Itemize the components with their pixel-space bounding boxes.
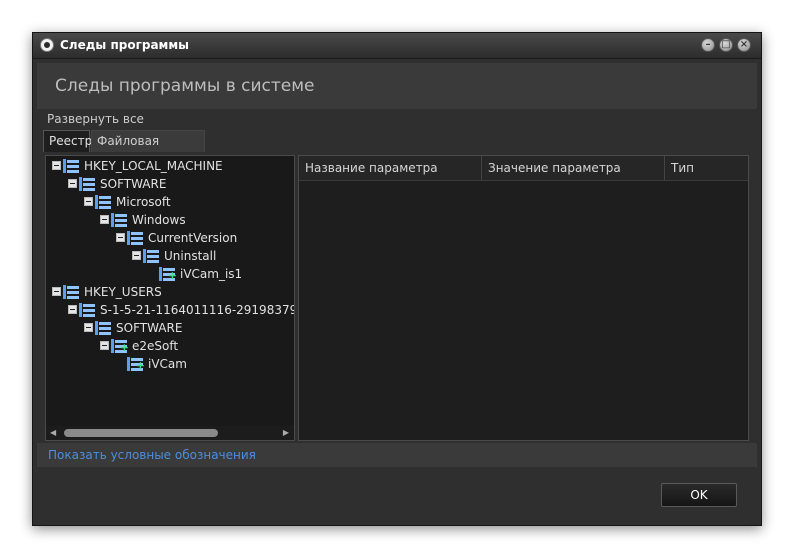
scroll-right-icon[interactable]: ▶: [283, 428, 289, 437]
registry-tree[interactable]: HKEY_LOCAL_MACHINE SOFTWARE Microsoft Windo…: [45, 155, 295, 441]
ok-button[interactable]: OK: [661, 483, 737, 507]
tree-item-label: iVCam: [148, 357, 187, 371]
scrollbar-thumb[interactable]: [64, 429, 218, 437]
tab-file-system[interactable]: Файловая система: [91, 130, 205, 169]
expand-all-link[interactable]: Развернуть все: [47, 112, 144, 126]
registry-key-added-icon: [159, 267, 177, 285]
show-legend-link[interactable]: Показать условные обозначения: [48, 448, 256, 462]
tree-item-label: HKEY_LOCAL_MACHINE: [84, 159, 223, 173]
tree-item-label: S-1-5-21-1164011116-2919837954-19: [100, 303, 295, 317]
tree-item-label: CurrentVersion: [148, 231, 238, 245]
collapse-toggle-icon[interactable]: [116, 233, 125, 242]
title-bar[interactable]: Следы программы – □ ×: [33, 33, 761, 59]
collapse-toggle-icon[interactable]: [68, 305, 77, 314]
tree-item-label: e2eSoft: [132, 339, 179, 353]
collapse-toggle-icon[interactable]: [132, 251, 141, 260]
registry-key-icon: [111, 213, 127, 227]
registry-key-added-icon: [111, 339, 129, 357]
collapse-toggle-icon[interactable]: [52, 287, 61, 296]
registry-key-icon: [63, 285, 79, 299]
header-band: Следы программы в системе: [37, 63, 757, 109]
collapse-toggle-icon[interactable]: [68, 179, 77, 188]
column-header-value[interactable]: Значение параметра: [482, 156, 665, 180]
registry-key-added-icon: [127, 357, 145, 375]
collapse-toggle-icon[interactable]: [52, 161, 61, 170]
column-header-type[interactable]: Тип: [665, 156, 748, 180]
tree-item-label: HKEY_USERS: [84, 285, 162, 299]
registry-key-icon: [127, 231, 143, 245]
tree-item-label: Uninstall: [164, 249, 217, 263]
registry-key-icon: [143, 249, 159, 263]
registry-key-icon: [95, 321, 111, 335]
tab-registry[interactable]: Реестр: [43, 130, 92, 152]
parameters-grid[interactable]: Название параметра Значение параметра Ти…: [298, 155, 749, 441]
main-window: Следы программы – □ × Следы программы в …: [32, 32, 762, 526]
tree-item-label: SOFTWARE: [116, 321, 183, 335]
registry-key-icon: [63, 159, 79, 173]
page-title: Следы программы в системе: [55, 76, 315, 96]
legend-bar: Показать условные обозначения: [37, 443, 757, 467]
app-icon: [40, 38, 54, 52]
column-header-name[interactable]: Название параметра: [299, 156, 482, 180]
collapse-toggle-icon[interactable]: [84, 323, 93, 332]
scroll-left-icon[interactable]: ◀: [50, 428, 56, 437]
window-title: Следы программы: [60, 38, 190, 52]
registry-key-icon: [79, 177, 95, 191]
tree-item-label: SOFTWARE: [100, 177, 167, 191]
minimize-icon[interactable]: –: [701, 38, 715, 52]
collapse-toggle-icon[interactable]: [84, 197, 93, 206]
tree-item-label: Microsoft: [116, 195, 171, 209]
collapse-toggle-icon[interactable]: [100, 215, 109, 224]
close-icon[interactable]: ×: [737, 38, 751, 52]
registry-key-icon: [95, 195, 111, 209]
grid-header: Название параметра Значение параметра Ти…: [299, 156, 748, 181]
tree-item-label: Windows: [132, 213, 186, 227]
tree-item-label: iVCam_is1: [180, 267, 243, 281]
collapse-toggle-icon[interactable]: [100, 341, 109, 350]
horizontal-scrollbar[interactable]: ◀ ▶: [46, 426, 294, 440]
registry-key-icon: [79, 303, 95, 317]
maximize-icon[interactable]: □: [719, 38, 733, 52]
